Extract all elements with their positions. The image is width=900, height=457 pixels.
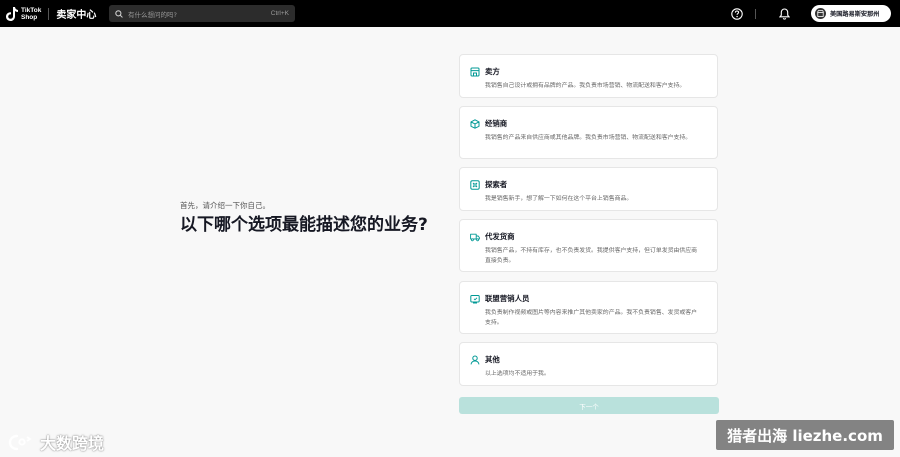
tiktok-logo-icon	[6, 6, 18, 21]
search-shortcut-hint: Ctrl+K	[270, 10, 289, 17]
option-description: 我销售产品，不持有库存，也不负责发货。我提供客户支持，但订单发货由供应商直接负责…	[485, 248, 698, 264]
seller-center-title[interactable]: 卖家中心	[56, 6, 96, 21]
logo-line-2: Shop	[21, 13, 38, 21]
option-card-dropshipper[interactable]: 代发货商 我销售产品，不持有库存，也不负责发货。我提供客户支持，但订单发货由供应…	[459, 219, 718, 272]
option-description: 以上选项均不适用于我。	[485, 371, 550, 377]
watermark-left-text: 大数跨境	[40, 434, 105, 453]
top-bar: TikTok Shop 卖家中心 有什么想问的吗? Ctrl+K 美国路易斯安那…	[0, 0, 900, 27]
watermark-left: 大数跨境	[8, 430, 104, 454]
business-question: 以下哪个选项最能描述您的业务?	[180, 215, 428, 235]
truck-icon	[470, 233, 480, 241]
explore-icon	[470, 179, 480, 190]
option-description: 我销售自己设计或拥有品牌的产品。我负责市场营销、物流配送和客户支持。	[485, 83, 686, 89]
option-description: 我负责制作视频或图片等内容来推广其他卖家的产品。我不负责销售、发货或客户支持。	[485, 310, 698, 326]
search-input[interactable]: 有什么想问的吗?	[128, 9, 271, 19]
watermark-logo-icon	[8, 434, 32, 451]
option-card-affiliate[interactable]: 联盟营销人员 我负责制作视频或图片等内容来推广其他卖家的产品。我不负责销售、发货…	[459, 281, 718, 334]
option-title: 探索者	[485, 180, 508, 189]
toolbar-divider	[755, 9, 756, 19]
store-switcher[interactable]: 美国路易斯安那州	[811, 5, 891, 22]
megaphone-icon	[470, 294, 480, 303]
option-title: 卖方	[485, 67, 500, 76]
option-card-distributor[interactable]: 经销商 我销售的产品来自供应商或其他品牌。我负责市场营销、物流配送和客户支持。	[459, 106, 718, 159]
option-title: 经销商	[485, 119, 508, 128]
option-description: 我是销售新手，想了解一下如何在这个平台上销售商品。	[485, 196, 633, 202]
search-icon	[115, 9, 123, 18]
tiktok-shop-logo[interactable]: TikTok Shop	[6, 0, 41, 27]
logo-line-1: TikTok	[21, 6, 42, 14]
option-card-explorer[interactable]: 探索者 我是销售新手，想了解一下如何在这个平台上销售商品。	[459, 167, 718, 211]
intro-text: 首先，请介绍一下你自己。	[180, 201, 270, 210]
option-title: 代发货商	[485, 232, 515, 241]
store-icon	[470, 67, 480, 76]
help-icon[interactable]	[731, 8, 743, 20]
box-icon	[470, 118, 480, 129]
option-title: 其他	[485, 355, 500, 364]
search-box[interactable]: 有什么想问的吗? Ctrl+K	[109, 5, 295, 22]
watermark-right: 猎者出海 liezhe.com	[716, 420, 894, 450]
header-divider	[48, 7, 50, 20]
person-icon	[470, 355, 480, 365]
store-name: 美国路易斯安那州	[830, 11, 880, 18]
store-icon	[817, 10, 824, 17]
store-avatar	[815, 8, 826, 19]
option-card-seller[interactable]: 卖方 我销售自己设计或拥有品牌的产品。我负责市场营销、物流配送和客户支持。	[459, 54, 718, 98]
next-button[interactable]: 下一个	[459, 397, 719, 414]
option-description: 我销售的产品来自供应商或其他品牌。我负责市场营销、物流配送和客户支持。	[485, 135, 692, 141]
option-title: 联盟营销人员	[485, 294, 530, 303]
notification-bell-icon[interactable]	[779, 8, 790, 20]
option-card-other[interactable]: 其他 以上选项均不适用于我。	[459, 342, 718, 386]
